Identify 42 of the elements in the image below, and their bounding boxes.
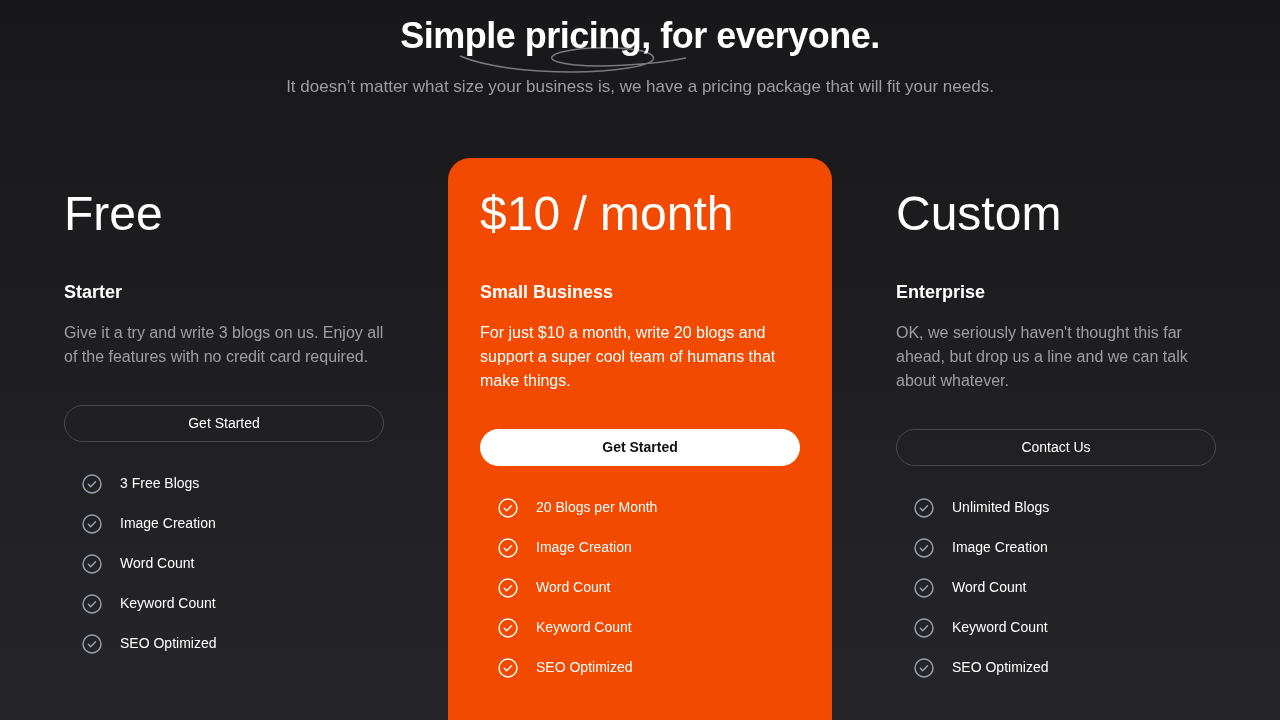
check-circle-icon [498, 657, 518, 678]
feature-label: Keyword Count [120, 594, 216, 613]
check-circle-icon [82, 473, 102, 494]
feature-label: Keyword Count [952, 618, 1048, 637]
check-circle-icon [498, 537, 518, 558]
feature-label: 3 Free Blogs [120, 474, 200, 493]
feature-label: Word Count [536, 578, 611, 597]
feature-label: Unlimited Blogs [952, 498, 1050, 517]
check-circle-icon [914, 537, 934, 558]
feature-label: Word Count [952, 578, 1027, 597]
feature-label: Word Count [120, 554, 195, 573]
page-title: Simple pricing, for everyone. [400, 14, 880, 58]
plan-price: Custom [896, 185, 1063, 242]
feature-label: SEO Optimized [120, 634, 217, 653]
plan-description: Give it a try and write 3 blogs on us. Enjoy all of the features with no credit card required. [64, 322, 384, 367]
page-subtitle: It doesn’t matter what size your business is, we have a pricing package that will fit your needs. [286, 76, 994, 98]
plan-price: Free [64, 185, 164, 242]
check-circle-icon [82, 553, 102, 574]
check-circle-icon [498, 497, 518, 518]
feature-label: Image Creation [952, 538, 1048, 557]
plan-name: Starter [64, 280, 124, 304]
check-circle-icon [82, 513, 102, 534]
feature-label: SEO Optimized [536, 658, 633, 677]
feature-label: SEO Optimized [952, 658, 1049, 677]
check-circle-icon [914, 657, 934, 678]
check-circle-icon [914, 577, 934, 598]
check-circle-icon [82, 633, 102, 654]
plan-description: For just $10 a month, write 20 blogs and support a super cool team of humans that make things. [480, 322, 777, 391]
check-circle-icon [914, 497, 934, 518]
check-circle-icon [82, 593, 102, 614]
check-circle-icon [914, 617, 934, 638]
check-circle-icon [498, 577, 518, 598]
feature-label: Keyword Count [536, 618, 632, 637]
check-circle-icon [498, 617, 518, 638]
plan-name: Small Business [480, 280, 615, 304]
plan-price: $10 / month [480, 185, 735, 242]
plan-name: Enterprise [896, 280, 987, 304]
plan-description: OK, we seriously haven't thought this far ahead, but drop us a line and we can talk about whatever. [896, 322, 1189, 391]
feature-label: 20 Blogs per Month [536, 498, 658, 517]
plan-button[interactable]: Get Started [480, 428, 800, 466]
feature-label: Image Creation [536, 538, 632, 557]
feature-label: Image Creation [120, 514, 216, 533]
